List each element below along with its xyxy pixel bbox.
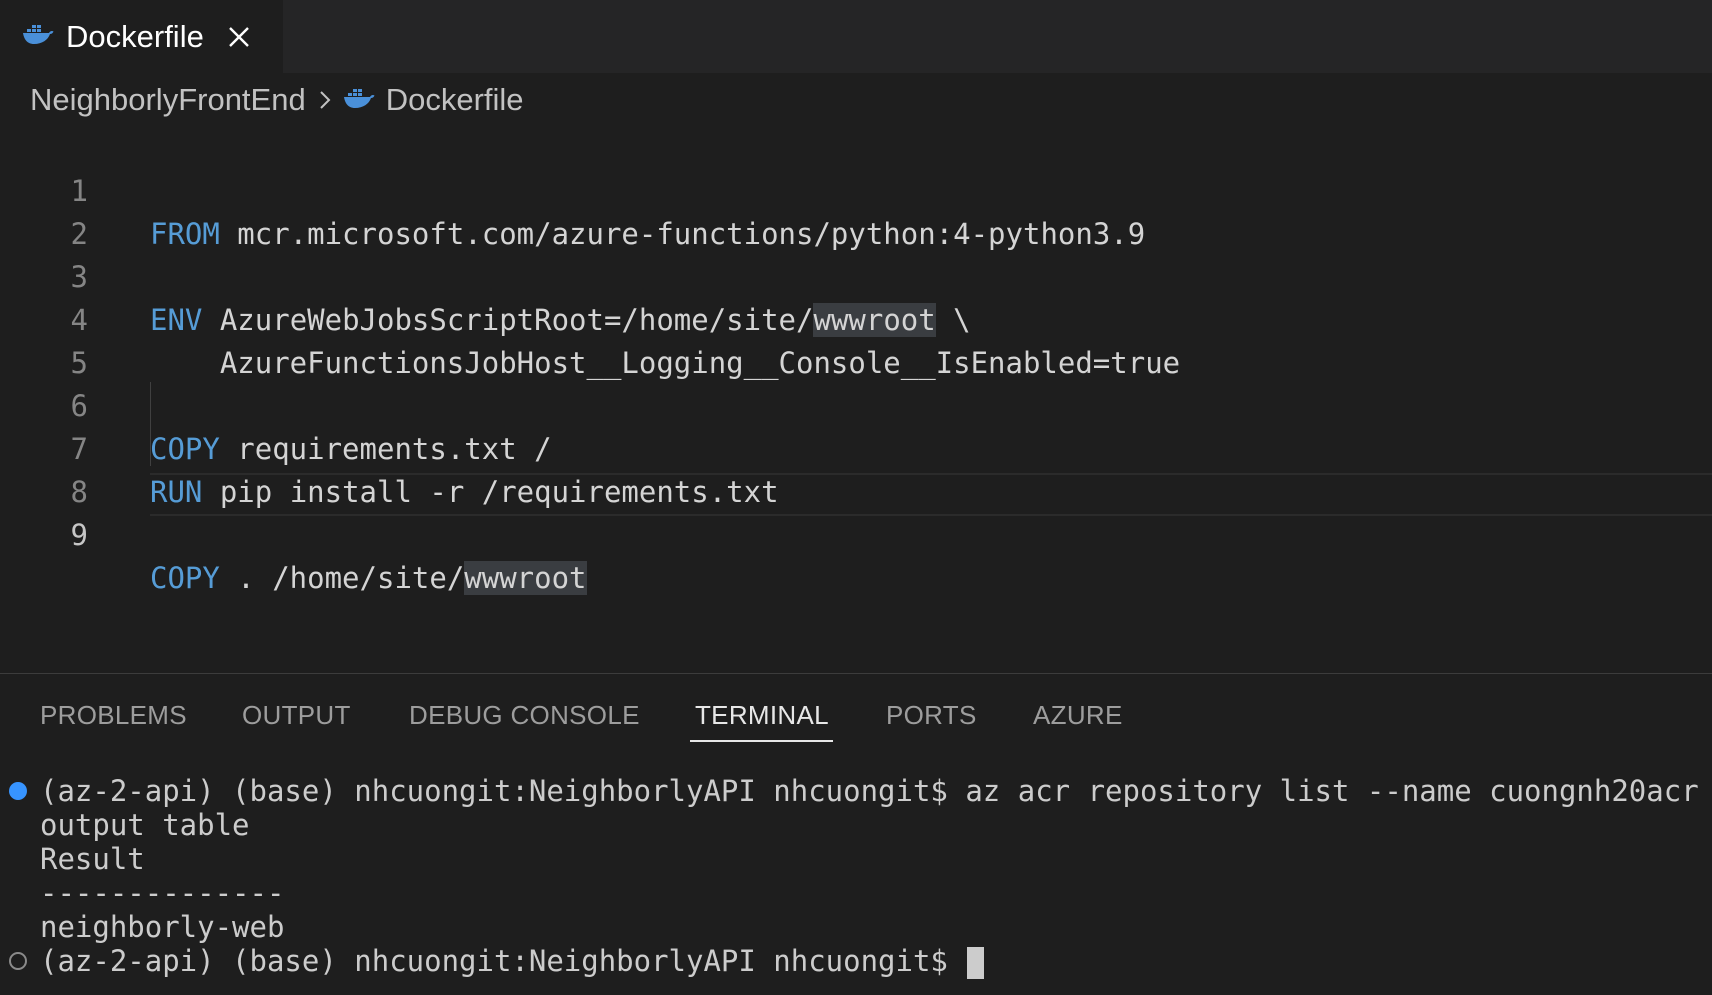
docker-icon (22, 22, 54, 51)
code-line: 5 (0, 299, 1712, 380)
line-content: COPY . /home/site/wwwroot (150, 557, 587, 600)
breadcrumb-folder[interactable]: NeighborlyFrontEnd (30, 82, 306, 118)
code-line: 7 RUN pip install -r /requirements.txt (0, 385, 1712, 509)
code-line: 2 (0, 170, 1712, 251)
line-number: 9 (70, 518, 88, 552)
tab-dockerfile[interactable]: Dockerfile (0, 0, 283, 73)
tab-debug-console[interactable]: DEBUG CONSOLE (409, 700, 640, 731)
terminal-line: Result (40, 842, 145, 876)
panel-tab-bar: PROBLEMS OUTPUT DEBUG CONSOLE TERMINAL P… (0, 674, 1712, 758)
code-line: 8 (0, 428, 1712, 509)
docker-icon (342, 82, 376, 118)
code-line: 4 AzureFunctionsJobHost__Logging__Consol… (0, 256, 1712, 380)
close-icon[interactable] (226, 24, 252, 50)
bottom-panel: PROBLEMS OUTPUT DEBUG CONSOLE TERMINAL P… (0, 673, 1712, 995)
breadcrumb-file[interactable]: Dockerfile (386, 82, 524, 118)
editor-tab-bar: Dockerfile (0, 0, 1712, 73)
terminal-prompt-line: (az-2-api) (base) nhcuongit:NeighborlyAP… (40, 944, 985, 979)
terminal-line: neighborly-web (40, 910, 285, 944)
code-line: 3 ENV AzureWebJobsScriptRoot=/home/site/… (0, 213, 1712, 337)
terminal-line: (az-2-api) (base) nhcuongit:NeighborlyAP… (40, 774, 1712, 808)
tab-title: Dockerfile (66, 18, 204, 54)
tab-problems[interactable]: PROBLEMS (40, 700, 187, 731)
tab-terminal[interactable]: TERMINAL (695, 700, 829, 731)
chevron-right-icon (318, 89, 332, 111)
tab-azure[interactable]: AZURE (1033, 700, 1123, 731)
tab-ports[interactable]: PORTS (886, 700, 977, 731)
breadcrumb: NeighborlyFrontEnd Dockerfile (30, 78, 524, 122)
terminal-line: output table (40, 808, 250, 842)
terminal-prompt: (az-2-api) (base) nhcuongit:NeighborlyAP… (40, 944, 966, 978)
code-line: 1 FROM mcr.microsoft.com/azure-functions… (0, 127, 1712, 251)
terminal-cursor (967, 947, 985, 979)
search-match-highlight: wwwroot (464, 561, 587, 595)
code-line: 9 COPY . /home/site/wwwroot (0, 471, 1712, 595)
keyword: COPY (150, 561, 220, 595)
command-pending-icon[interactable] (9, 952, 27, 970)
code-editor[interactable]: 1 FROM mcr.microsoft.com/azure-functions… (0, 125, 1712, 673)
code-line: 6 COPY requirements.txt / (0, 342, 1712, 466)
active-tab-indicator (690, 740, 833, 742)
tab-output[interactable]: OUTPUT (242, 700, 351, 731)
terminal-line: -------------- (40, 876, 285, 910)
command-success-icon[interactable] (9, 782, 27, 800)
code-text: . /home/site/ (219, 561, 465, 595)
